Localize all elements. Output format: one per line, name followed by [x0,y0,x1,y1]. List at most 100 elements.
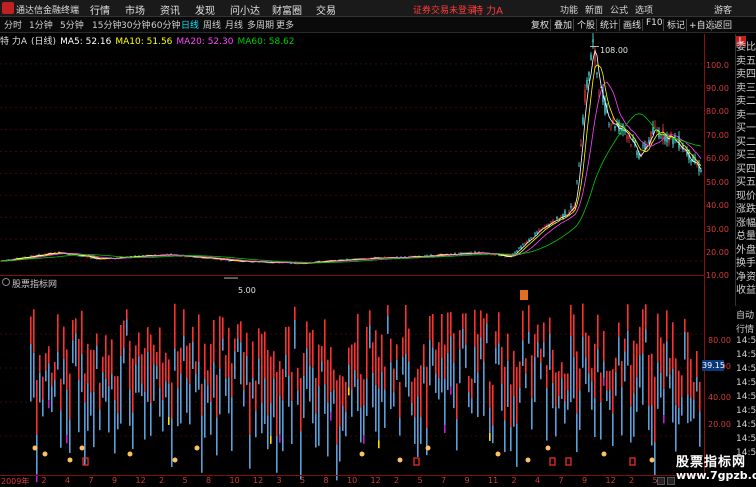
indicator-bar-upper [132,358,134,413]
indicator-bar-lower [630,406,632,443]
indicator-bar-lower [486,323,488,344]
indicator-bar-lower [264,378,266,425]
scroll-right-icon[interactable] [667,477,675,485]
indicator-bar-upper [105,335,107,379]
indicator-bar-lower [606,390,608,402]
indicator-bar-upper [42,376,44,400]
indicator-bar-lower [693,399,695,419]
indicator-bar-lower [507,360,509,407]
buy-hand-icon [172,457,178,463]
indicator-bar-upper [321,345,323,362]
indicator-bar-signal [279,434,281,443]
indicator-bar-upper [69,373,71,420]
candle-body [598,92,600,94]
indicator-bar-upper [339,375,341,427]
indicator-bar-signal [168,416,170,425]
indicator-settings-icon[interactable] [2,278,10,286]
indicator-bar-lower [576,413,578,453]
buy-b-marker [629,457,636,466]
indicator-bar-upper [663,343,665,389]
scroll-left-icon[interactable] [657,477,665,485]
indicator-bar-upper [84,373,86,403]
indicator-bar-upper [90,349,92,393]
indicator-bar-lower [282,400,284,452]
indicator-bar-upper [240,321,242,343]
candle-body [660,137,662,139]
candle-body [626,135,628,139]
candle-body [90,257,92,259]
indicator-bar-lower [450,336,452,387]
indicator-bar-lower [207,385,209,403]
price-axis-line [704,34,705,474]
indicator-bar-upper [582,303,584,337]
indicator-bar-upper [57,314,59,352]
candle-body [184,256,186,258]
side-feed-item: 行情 [736,325,755,335]
indicator-bar-upper [354,342,356,370]
indicator-bar-lower [387,315,389,334]
candle-body [236,260,238,262]
indicator-bar-upper [228,327,230,378]
indicator-bar-upper [123,320,125,349]
side-feed-item: 自动 [736,311,755,321]
kline-chart[interactable] [0,0,756,487]
indicator-bar-upper [36,379,38,435]
date-tick: 2 [511,476,517,485]
indicator-bar-lower [90,392,92,416]
indicator-bar-lower [279,395,281,435]
candle-body [576,180,578,182]
indicator-bar-upper [309,332,311,366]
indicator-bar-upper [579,368,581,391]
indicator-bar-upper [186,345,188,378]
indicator-bar-upper [498,312,500,344]
indicator-title[interactable]: 股票指标网 [12,277,57,290]
indicator-bar-lower [147,351,149,402]
indicator-bar-lower [114,399,116,454]
indicator-bar-lower [297,390,299,405]
date-tick: 7 [558,476,564,485]
indicator-bar-upper [78,339,80,381]
indicator-bar-upper [66,349,68,390]
indicator-bar-upper [117,376,119,414]
indicator-bar-lower [102,372,104,398]
side-feed-item: 14:56 [736,406,756,416]
indicator-bar-upper [405,305,407,354]
indicator-bar-lower [477,372,479,418]
indicator-bar-upper [63,326,65,359]
indicator-bar-lower [459,349,461,384]
candle-body [588,71,590,76]
indicator-bar-upper [618,322,620,338]
indicator-bar-lower [627,330,629,366]
indicator-bar-signal [450,386,452,395]
candle-body [524,243,526,244]
indicator-bar-upper [681,375,683,397]
indicator-bar-upper [450,312,452,337]
indicator-bar-lower [669,374,671,389]
candle-body [264,262,266,263]
indicator-bar-lower [465,344,467,368]
indicator-bar-upper [81,310,83,354]
indicator-bar-upper [306,321,308,349]
indicator-bar-upper [153,344,155,365]
indicator-bar-lower [39,372,41,403]
indicator-bar-lower [537,342,539,358]
indicator-bar-upper [603,330,605,362]
indicator-bar-lower [138,356,140,393]
indicator-bar-lower [105,378,107,402]
indicator-bar-upper [378,356,380,389]
date-tick: 2 [41,476,47,485]
indicator-bar-upper [552,349,554,383]
indicator-bar-upper [567,373,569,390]
date-tick: 12 [135,476,146,485]
indicator-bar-upper [597,314,599,350]
indicator-bar-upper [561,362,563,379]
date-tick: 11 [488,476,499,485]
indicator-bar-lower [504,420,506,453]
indicator-bar-lower [636,377,638,412]
indicator-bar-upper [435,349,437,374]
indicator-bar-upper [543,322,545,343]
date-tick: 8 [323,476,329,485]
candle-body [212,258,214,260]
candle-body [652,126,654,134]
indicator-bar-upper [399,381,401,418]
